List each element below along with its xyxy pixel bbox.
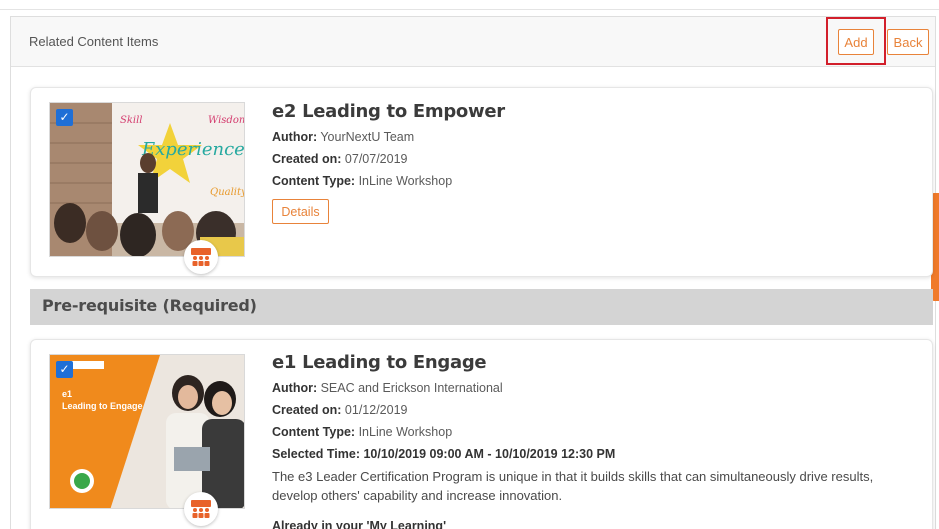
content-thumbnail[interactable]: e1 Leading to Engage ✓ <box>49 354 245 509</box>
content-card: Experience Skill Wisdom Quality ✓ e2 Lea… <box>30 87 933 277</box>
content-card: e1 Leading to Engage ✓ e1 Leading to Eng… <box>30 339 933 529</box>
created-row: Created on: 07/07/2019 <box>272 152 408 166</box>
thumb-word-skill: Skill <box>120 115 143 126</box>
back-button[interactable]: Back <box>887 29 929 55</box>
content-description: The e3 Leader Certification Program is u… <box>272 469 874 503</box>
checkbox-checked-icon[interactable]: ✓ <box>56 361 73 378</box>
workshop-photo: Experience Skill Wisdom Quality <box>50 103 245 256</box>
selected-time: Selected Time: 10/10/2019 09:00 AM - 10/… <box>272 447 616 461</box>
content-title[interactable]: e2 Leading to Empower <box>272 101 505 122</box>
content-type-label: Content Type: <box>272 425 356 439</box>
prerequisite-section-bar: Pre-requisite (Required) <box>30 289 933 325</box>
created-value: 07/07/2019 <box>341 152 408 166</box>
add-button[interactable]: Add <box>838 29 874 55</box>
author-value: SEAC and Erickson International <box>317 381 503 395</box>
content-type-row: Content Type: InLine Workshop <box>272 425 452 439</box>
thumb-label-code: e1 <box>62 389 73 399</box>
inline-workshop-icon <box>184 492 218 526</box>
panel-title: Related Content Items <box>29 34 159 49</box>
author-row: Author: YourNextU Team <box>272 130 414 144</box>
prerequisite-title: Pre-requisite (Required) <box>42 296 257 315</box>
checkbox-checked-icon[interactable]: ✓ <box>56 109 73 126</box>
content-type-row: Content Type: InLine Workshop <box>272 174 452 188</box>
thumb-word-experience: Experience <box>141 139 245 160</box>
created-label: Created on: <box>272 152 342 166</box>
author-label: Author: <box>272 130 318 144</box>
already-in-my-learning: Already in your 'My Learning' <box>272 519 447 529</box>
content-thumbnail[interactable]: Experience Skill Wisdom Quality ✓ <box>49 102 245 257</box>
created-value: 01/12/2019 <box>341 403 408 417</box>
thumb-word-wisdom: Wisdom <box>208 115 245 126</box>
top-strip <box>0 0 939 10</box>
author-row: Author: SEAC and Erickson International <box>272 381 503 395</box>
details-button[interactable]: Details <box>272 199 329 224</box>
panel-header: Related Content Items Add Back <box>11 17 935 67</box>
inline-workshop-icon <box>184 240 218 274</box>
content-type-label: Content Type: <box>272 174 356 188</box>
content-title[interactable]: e1 Leading to Engage <box>272 352 487 373</box>
course-cover-image <box>50 355 244 508</box>
thumb-label-title: Leading to Engage <box>62 401 143 411</box>
author-value: YourNextU Team <box>317 130 415 144</box>
created-label: Created on: <box>272 403 342 417</box>
content-type-value: InLine Workshop <box>355 425 453 439</box>
created-row: Created on: 01/12/2019 <box>272 403 408 417</box>
content-type-value: InLine Workshop <box>355 174 453 188</box>
thumb-word-quality: Quality <box>210 187 245 198</box>
author-label: Author: <box>272 381 318 395</box>
